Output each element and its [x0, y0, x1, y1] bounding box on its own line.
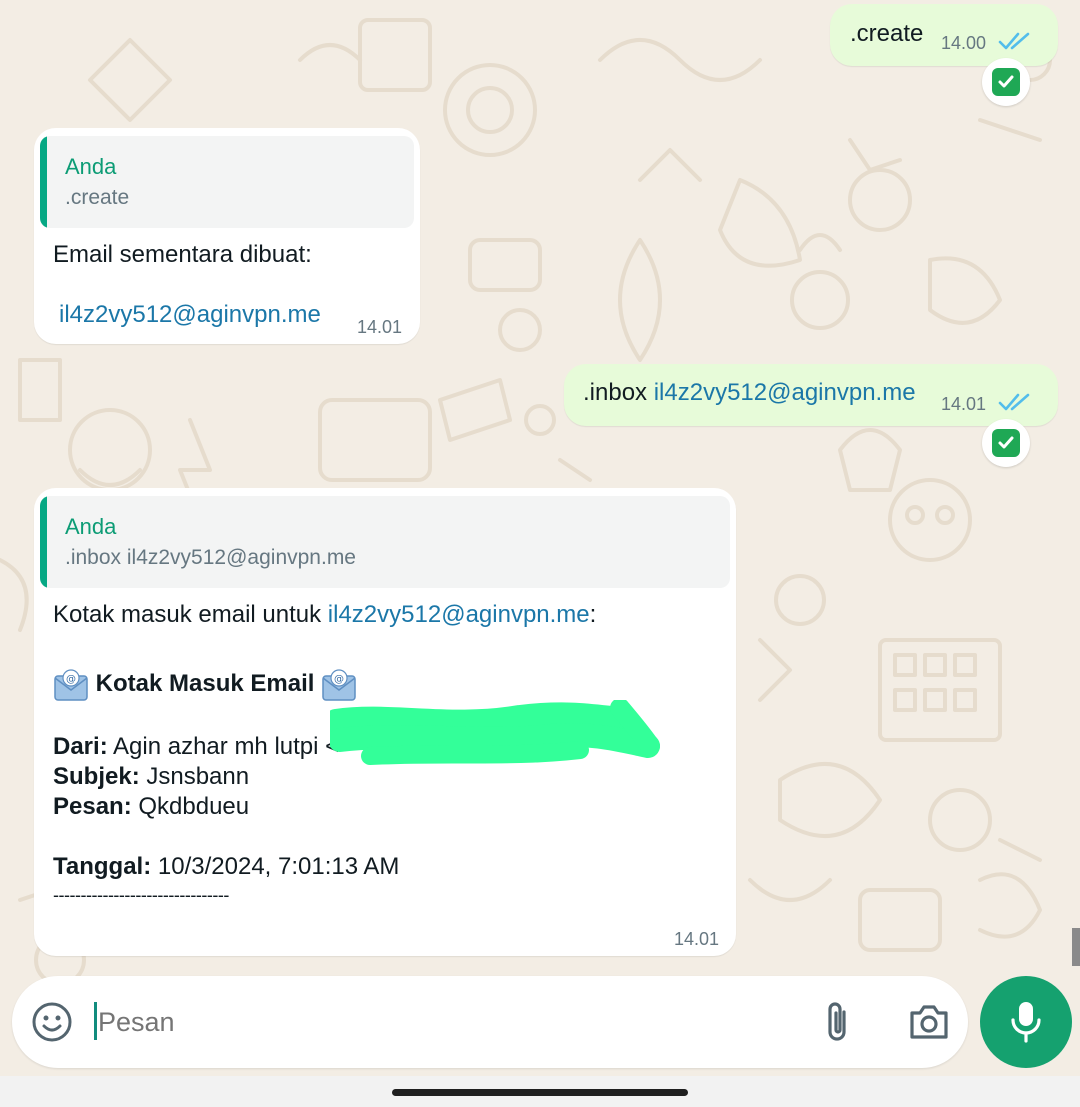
quoted-message[interactable]: Anda .inbox il4z2vy512@aginvpn.me	[40, 496, 730, 588]
quote-text: .inbox il4z2vy512@aginvpn.me	[65, 546, 356, 569]
message-time: 14.01	[357, 317, 403, 337]
from-label: Dari:	[53, 733, 108, 760]
svg-text:@: @	[66, 674, 76, 685]
redaction-scribble	[330, 700, 660, 765]
email-date: Tanggal: 10/3/2024, 7:01:13 AM	[53, 852, 399, 882]
email-message: Pesan: Qkdbdueu	[53, 792, 249, 822]
from-value: Agin azhar mh lutpi <	[113, 733, 340, 760]
inbox-heading-text: Kotak Masuk Email	[95, 670, 315, 697]
quote-author: Anda	[65, 514, 117, 539]
subject-value: Jsnsbann	[146, 763, 250, 790]
double-check-icon	[998, 32, 1030, 50]
message-text: .inbox il4z2vy512@aginvpn.me	[583, 378, 916, 408]
date-value: 10/3/2024, 7:01:13 AM	[157, 853, 400, 880]
email-from: Dari: Agin azhar mh lutpi <	[53, 732, 339, 762]
quote-text: .create	[65, 186, 130, 209]
intro-text: Kotak masuk email untuk	[53, 601, 322, 628]
incoming-envelope-icon: @	[322, 669, 356, 701]
message-label: Pesan:	[53, 793, 132, 820]
outgoing-message-bubble[interactable]: .inbox il4z2vy512@aginvpn.me 14.01	[564, 364, 1058, 426]
incoming-envelope-icon: @	[54, 669, 88, 701]
paperclip-icon[interactable]	[820, 1000, 854, 1044]
intro-colon: :	[589, 601, 597, 628]
message-time: 14.00	[941, 33, 987, 53]
emoji-icon[interactable]	[31, 1001, 73, 1043]
outgoing-message-bubble[interactable]: .create 14.00	[830, 4, 1058, 66]
microphone-icon	[1011, 1002, 1041, 1043]
email-link[interactable]: il4z2vy512@aginvpn.me	[328, 601, 590, 628]
home-gesture-handle[interactable]	[392, 1089, 688, 1096]
double-check-icon	[998, 393, 1030, 411]
message-composer[interactable]	[12, 976, 968, 1068]
message-text: .create	[850, 20, 924, 47]
inbox-intro: Kotak masuk email untuk il4z2vy512@aginv…	[53, 600, 596, 630]
camera-icon[interactable]	[908, 1003, 950, 1041]
message-value: Qkdbdueu	[138, 793, 250, 820]
microphone-button[interactable]	[980, 976, 1072, 1068]
quote-author: Anda	[65, 154, 117, 179]
quoted-message[interactable]: Anda .create	[40, 136, 414, 228]
command-text: .inbox	[583, 379, 648, 406]
check-box-emoji-icon	[992, 429, 1020, 457]
inbox-heading: @ Kotak Masuk Email @	[53, 664, 357, 704]
subject-label: Subjek:	[53, 763, 140, 790]
system-navigation-bar	[0, 1076, 1080, 1107]
incoming-message-bubble[interactable]: Anda .inbox il4z2vy512@aginvpn.me Kotak …	[34, 488, 736, 956]
quote-accent-bar	[40, 136, 47, 228]
email-link[interactable]: il4z2vy512@aginvpn.me	[59, 300, 321, 330]
message-reaction[interactable]	[982, 419, 1030, 467]
svg-text:@: @	[334, 674, 344, 685]
date-label: Tanggal:	[53, 853, 152, 880]
check-box-emoji-icon	[992, 68, 1020, 96]
quote-accent-bar	[40, 496, 47, 588]
separator-line: --------------------------------	[53, 885, 229, 905]
email-subject: Subjek: Jsnsbann	[53, 762, 249, 792]
email-link[interactable]: il4z2vy512@aginvpn.me	[654, 379, 916, 406]
message-text: Email sementara dibuat:	[53, 241, 312, 268]
message-reaction[interactable]	[982, 58, 1030, 106]
message-time: 14.01	[674, 929, 720, 949]
message-time: 14.01	[941, 394, 987, 414]
scrollbar-thumb[interactable]	[1072, 928, 1080, 966]
message-input[interactable]	[96, 998, 780, 1046]
incoming-message-bubble[interactable]: Anda .create Email sementara dibuat: il4…	[34, 128, 420, 344]
text-cursor	[94, 1002, 97, 1040]
